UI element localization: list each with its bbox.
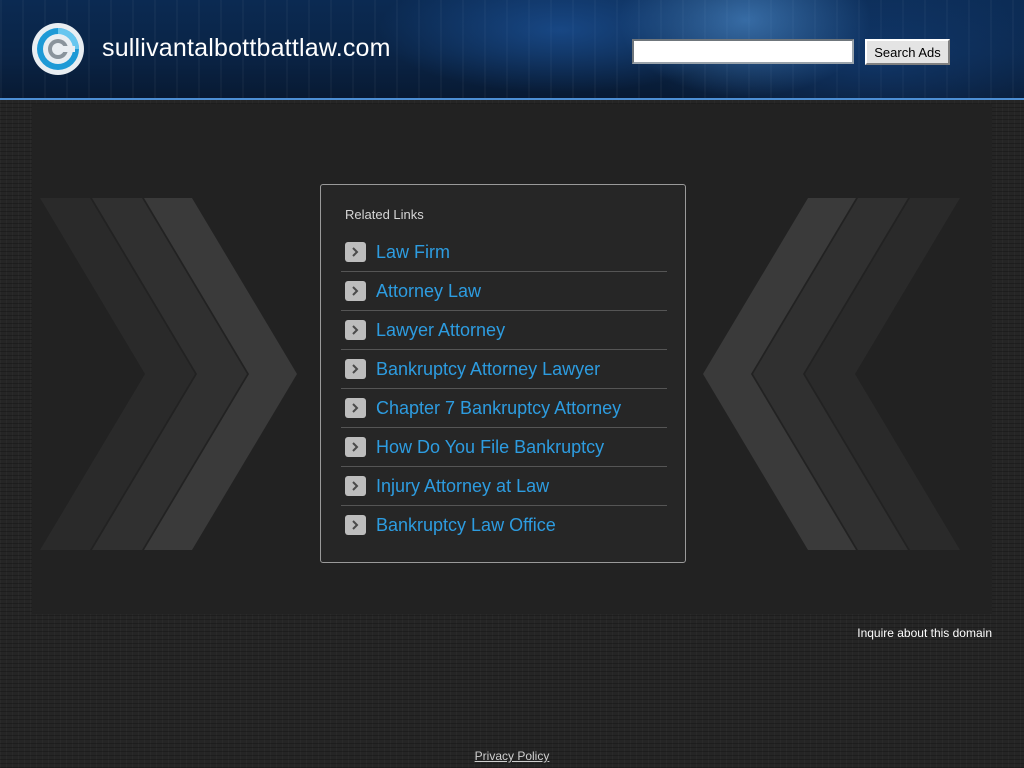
related-link-label[interactable]: Bankruptcy Attorney Lawyer xyxy=(376,359,600,380)
related-links-panel: Related Links Law Firm Attorney Law Lawy… xyxy=(320,184,686,563)
related-link-item[interactable]: Bankruptcy Attorney Lawyer xyxy=(341,350,667,389)
chevron-right-icon xyxy=(345,437,366,457)
related-link-item[interactable]: Bankruptcy Law Office xyxy=(341,506,667,544)
site-title: sullivantalbottbattlaw.com xyxy=(102,34,391,62)
related-link-item[interactable]: Injury Attorney at Law xyxy=(341,467,667,506)
chevron-right-icon xyxy=(345,359,366,379)
privacy-policy-link[interactable]: Privacy Policy xyxy=(475,749,550,763)
chevron-right-icon xyxy=(345,242,366,262)
chevron-right-icon xyxy=(345,515,366,535)
related-link-item[interactable]: Lawyer Attorney xyxy=(341,311,667,350)
related-link-label[interactable]: How Do You File Bankruptcy xyxy=(376,437,604,458)
related-link-item[interactable]: Attorney Law xyxy=(341,272,667,311)
chevron-right-icon xyxy=(345,398,366,418)
related-link-label[interactable]: Law Firm xyxy=(376,242,450,263)
related-link-label[interactable]: Injury Attorney at Law xyxy=(376,476,549,497)
related-link-item[interactable]: Chapter 7 Bankruptcy Attorney xyxy=(341,389,667,428)
decorative-chevrons-right-icon xyxy=(703,198,960,550)
search-ads-button[interactable]: Search Ads xyxy=(865,39,950,65)
chevron-right-icon xyxy=(345,281,366,301)
inquire-domain-link[interactable]: Inquire about this domain xyxy=(857,626,992,640)
domain-logo-icon xyxy=(32,23,84,75)
related-link-item[interactable]: Law Firm xyxy=(341,233,667,272)
related-link-label[interactable]: Lawyer Attorney xyxy=(376,320,505,341)
related-link-label[interactable]: Bankruptcy Law Office xyxy=(376,515,556,536)
chevron-right-icon xyxy=(345,476,366,496)
privacy-footer: Privacy Policy xyxy=(0,749,1024,763)
search-input[interactable] xyxy=(632,39,854,64)
related-link-item[interactable]: How Do You File Bankruptcy xyxy=(341,428,667,467)
chevron-right-icon xyxy=(345,320,366,340)
related-links-list: Law Firm Attorney Law Lawyer Attorney Ba… xyxy=(341,233,667,544)
header-bar: sullivantalbottbattlaw.com Search Ads xyxy=(0,0,1024,100)
decorative-chevrons-left-icon xyxy=(40,198,297,550)
related-links-title: Related Links xyxy=(345,207,424,222)
related-link-label[interactable]: Attorney Law xyxy=(376,281,481,302)
related-link-label[interactable]: Chapter 7 Bankruptcy Attorney xyxy=(376,398,621,419)
